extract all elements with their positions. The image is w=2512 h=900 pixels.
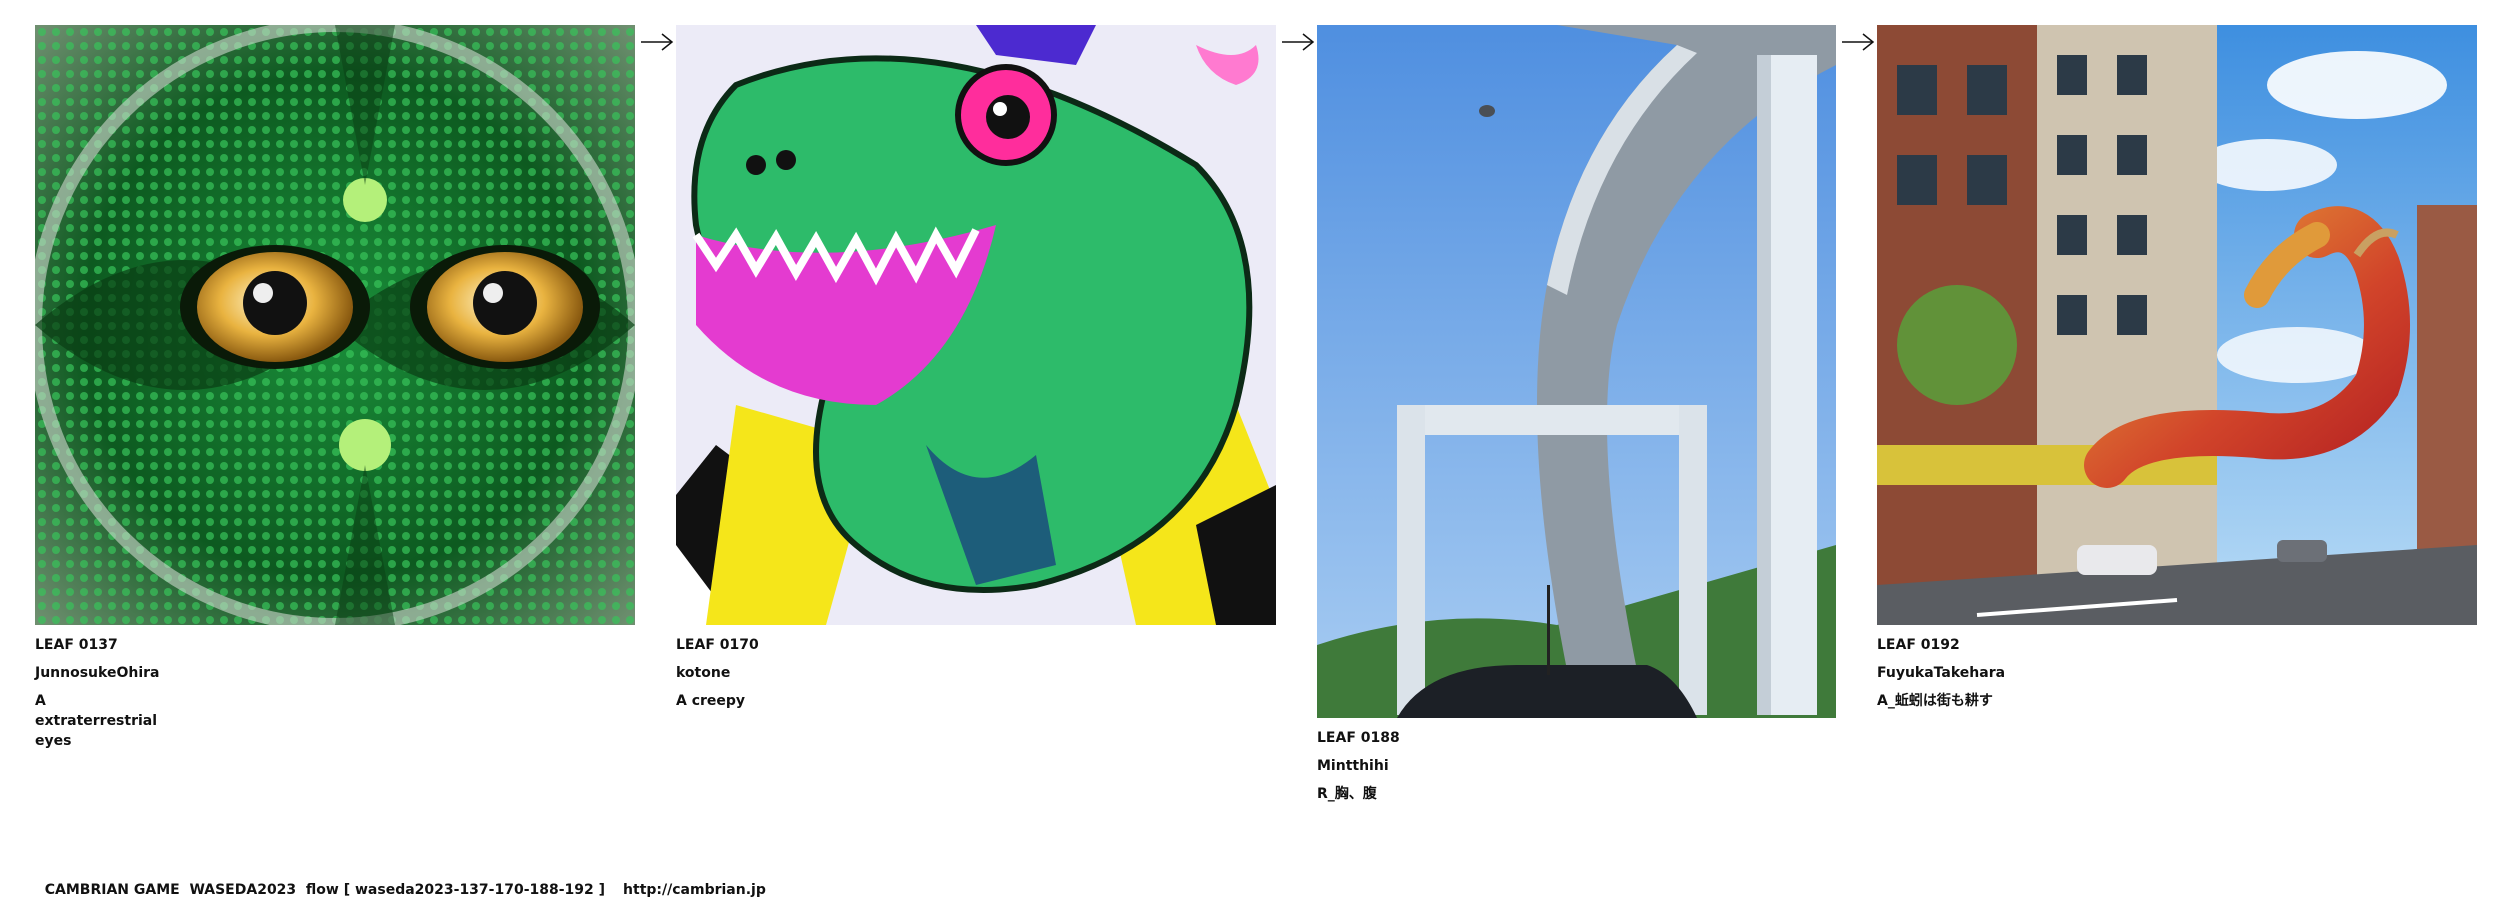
leaf-code: LEAF 0137 [35, 637, 118, 653]
leaf-caption: A creepy [676, 693, 746, 709]
leaf-image-0192[interactable] [1877, 25, 2477, 625]
elevated-bridge-photo [1317, 25, 1836, 718]
leaf-author: FuyukaTakehara [1877, 665, 2006, 681]
flow-arrow-1 [640, 30, 674, 54]
leaf-image-0170[interactable] [676, 25, 1276, 625]
leaf-code: LEAF 0192 [1877, 637, 1960, 653]
leaf-meta-0192: LEAF 0192 FuyukaTakehara A_蚯蚓は街も耕す [1877, 635, 2497, 711]
leaf-caption: A extraterrestrial eyes [35, 693, 158, 749]
leaf-meta-0170: LEAF 0170 kotone A creepy [676, 635, 1296, 711]
city-worm-photo [1877, 25, 2477, 625]
reptile-eyes-illustration [35, 25, 635, 625]
leaf-author: Mintthihi [1317, 758, 1389, 774]
flow-arrow-2 [1281, 30, 1315, 54]
leaf-meta-0137: LEAF 0137 JunnosukeOhira A extraterrestr… [35, 635, 655, 751]
leaf-author: kotone [676, 665, 731, 681]
leaf-caption: A_蚯蚓は街も耕す [1877, 693, 1993, 709]
leaf-code: LEAF 0170 [676, 637, 759, 653]
leaf-image-0188[interactable] [1317, 25, 1836, 718]
arrow-right-icon [641, 33, 674, 51]
footer-link[interactable]: http://cambrian.jp [623, 882, 766, 898]
footer-text: CAMBRIAN GAME WASEDA2023 flow [ waseda20… [44, 882, 606, 898]
leaf-caption: R_胸、腹 [1317, 786, 1377, 802]
arrow-right-icon [1842, 33, 1875, 51]
leaf-image-0137[interactable] [35, 25, 635, 625]
crocodile-comic-illustration [676, 25, 1276, 625]
page-footer: CAMBRIAN GAME WASEDA2023 flow [ waseda20… [35, 866, 766, 898]
leaf-meta-0188: LEAF 0188 Mintthihi R_胸、腹 [1317, 728, 1937, 804]
leaf-code: LEAF 0188 [1317, 730, 1400, 746]
flow-arrow-3 [1841, 30, 1875, 54]
leaf-author: JunnosukeOhira [35, 665, 160, 681]
arrow-right-icon [1282, 33, 1315, 51]
